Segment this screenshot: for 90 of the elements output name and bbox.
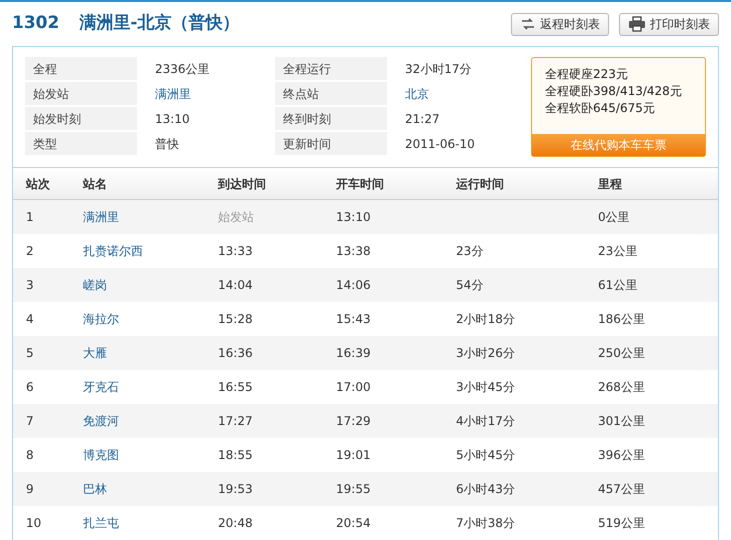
table-cell: 519公里 [598, 516, 645, 530]
info-label: 终点站 [275, 82, 387, 105]
table-cell: 61公里 [598, 278, 638, 292]
table-cell: 54分 [456, 278, 484, 292]
table-cell: 4小时17分 [456, 414, 515, 428]
table-cell: 301公里 [598, 414, 645, 428]
return-button[interactable]: 返程时刻表 [511, 12, 609, 36]
table-cell: 5小时45分 [456, 448, 515, 462]
info-label: 终到时刻 [275, 107, 387, 130]
column-header: 站次 [24, 176, 51, 192]
info-value[interactable]: 北京 [397, 82, 515, 105]
table-cell: 1 [26, 210, 34, 224]
station-link[interactable]: 巴林 [83, 482, 107, 496]
table-cell: 13:38 [336, 244, 371, 258]
station-link[interactable]: 大雁 [83, 346, 107, 360]
print-button[interactable]: 打印时刻表 [619, 12, 719, 36]
table-cell: 15:28 [218, 312, 253, 326]
station-link[interactable]: 嵯岗 [83, 278, 107, 292]
table-cell: 20:54 [336, 516, 371, 530]
table-cell: 268公里 [598, 380, 645, 394]
column-header: 运行时间 [456, 176, 505, 192]
station-link[interactable]: 扎兰屯 [83, 516, 119, 530]
table-cell: 16:39 [336, 346, 371, 360]
column-header: 站名 [83, 176, 108, 192]
info-label: 始发站 [25, 82, 137, 105]
table-cell: 23分 [456, 244, 484, 258]
table-cell: 17:00 [336, 380, 371, 394]
info-value[interactable]: 满洲里 [147, 82, 265, 105]
table-cell: 457公里 [598, 482, 645, 496]
column-header: 到达时间 [218, 176, 267, 192]
station-link[interactable]: 满洲里 [83, 210, 119, 224]
table-cell: 17:29 [336, 414, 371, 428]
table-cell: 6 [26, 380, 34, 394]
table-cell: 396公里 [598, 448, 645, 462]
table-cell: 16:55 [218, 380, 253, 394]
station-link[interactable]: 海拉尔 [83, 312, 119, 326]
table-cell: 250公里 [598, 346, 645, 360]
info-value: 21:27 [404, 110, 441, 128]
info-value: 2011-06-10 [404, 136, 476, 152]
table-cell: 7 [26, 414, 34, 428]
swap-arrows-icon [520, 16, 536, 32]
table-cell: 13:33 [218, 244, 253, 258]
table-cell: 7小时38分 [456, 516, 515, 530]
table-cell: 6小时43分 [456, 482, 515, 496]
column-header: 开车时间 [336, 176, 385, 192]
info-value: 13:10 [154, 110, 191, 128]
table-cell: 20:48 [218, 516, 253, 530]
station-link[interactable]: 免渡河 [83, 414, 119, 428]
column-header: 里程 [598, 176, 623, 192]
printer-icon [628, 16, 646, 32]
info-label: 更新时间 [275, 132, 387, 155]
info-value: 32小时17分 [404, 60, 473, 78]
table-cell: 10 [26, 516, 42, 530]
station-link[interactable]: 扎赉诺尔西 [83, 244, 143, 258]
route-title: 满洲里-北京（普快） [79, 12, 240, 36]
station-link[interactable]: 牙克石 [83, 380, 119, 394]
table-cell: 8 [26, 448, 34, 462]
info-value: 普快 [154, 136, 180, 152]
info-label: 类型 [25, 132, 137, 155]
table-cell: 15:43 [336, 312, 371, 326]
table-cell: 18:55 [218, 448, 253, 462]
info-label: 始发时刻 [25, 107, 137, 130]
table-cell: 14:06 [336, 278, 371, 292]
table-cell: 19:01 [336, 448, 371, 462]
table-cell: 0公里 [598, 210, 630, 224]
price-line: 全程硬座223元 [545, 66, 629, 83]
train-number: 1302 [12, 12, 60, 36]
table-cell: 19:53 [218, 482, 253, 496]
table-cell: 始发站 [218, 210, 254, 224]
table-cell: 3小时26分 [456, 346, 515, 360]
price-line: 全程硬卧398/413/428元 [545, 83, 683, 100]
table-cell: 3小时45分 [456, 380, 515, 394]
table-cell: 5 [26, 346, 34, 360]
price-line: 全程软卧645/675元 [545, 100, 656, 117]
table-cell: 9 [26, 482, 34, 496]
info-label: 全程运行 [275, 57, 387, 80]
table-cell: 186公里 [598, 312, 645, 326]
table-cell: 3 [26, 278, 34, 292]
table-cell: 13:10 [336, 210, 371, 224]
table-cell: 2 [26, 244, 34, 258]
table-cell: 16:36 [218, 346, 253, 360]
info-label: 全程 [25, 57, 137, 80]
table-cell: 23公里 [598, 244, 638, 258]
table-cell: 17:27 [218, 414, 253, 428]
table-cell: 19:55 [336, 482, 371, 496]
table-cell: 4 [26, 312, 34, 326]
table-cell: 14:04 [218, 278, 253, 292]
station-link[interactable]: 博克图 [83, 448, 119, 462]
table-cell: 2小时18分 [456, 312, 515, 326]
info-value: 2336公里 [154, 60, 211, 78]
